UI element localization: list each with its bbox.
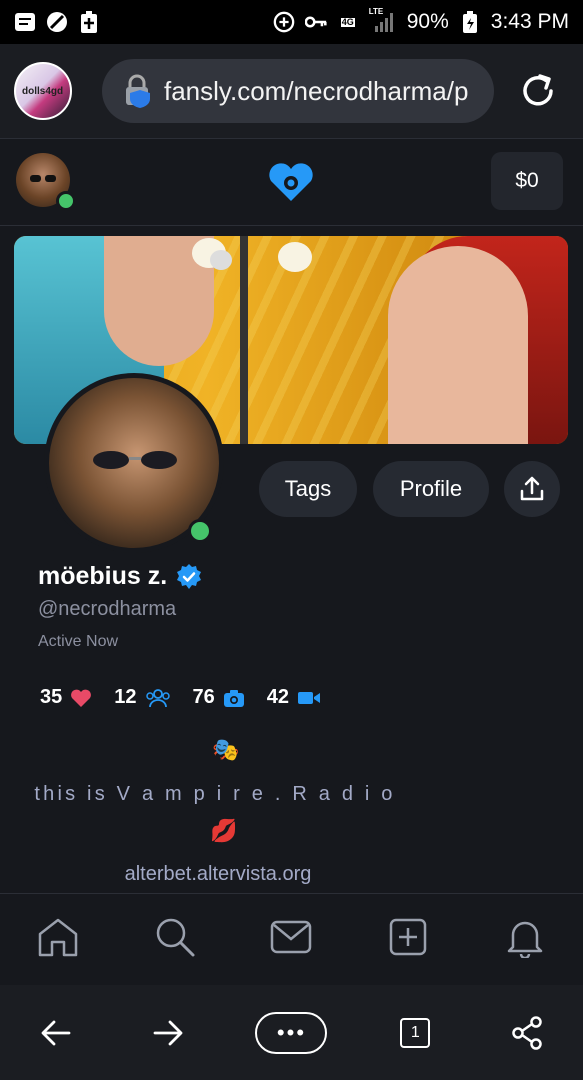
share-nodes-icon[interactable] [503,1009,551,1057]
activity-status: Active Now [38,633,119,650]
forward-arrow-icon[interactable] [144,1009,192,1057]
followers-count: 12 [114,686,137,708]
bio-link[interactable]: alterbet.altervista.org [0,863,436,886]
message-icon [14,11,36,33]
more-menu-button[interactable]: ••• [255,1011,328,1054]
battery-plus-icon [78,11,100,33]
photos-count: 76 [192,686,215,708]
no-entry-icon [46,11,68,33]
tab-thumb-label: dolls4gd [22,86,64,97]
share-icon [520,476,544,501]
heart-icon [71,689,92,707]
likes-count: 35 [40,686,63,708]
app-header: $0 [0,139,583,226]
notifications-icon[interactable] [503,915,547,959]
profile-button[interactable]: Profile [373,461,489,517]
home-icon[interactable] [36,915,80,959]
data-saver-icon [273,11,295,33]
tab-switcher-thumbnail[interactable]: dolls4gd [14,62,72,120]
tab-count: 1 [400,1017,431,1048]
theater-masks-emoji: 🎭 [212,737,240,762]
photos-stat[interactable]: 76 [193,686,245,709]
reload-icon[interactable] [518,71,558,111]
videos-count: 42 [266,686,289,708]
verified-badge-icon [177,563,202,589]
fansly-heart-logo-icon[interactable] [266,161,316,203]
lock-shield-icon [126,74,150,108]
address-bar[interactable]: fansly.com/necrodharma/p [102,59,494,123]
browser-toolbar: dolls4gd fansly.com/necrodharma/p [0,44,583,139]
share-button[interactable] [504,461,560,517]
app-bottom-nav [0,893,583,980]
kiss-lips-emoji: 💋 [210,818,238,843]
signal-icon: LTE [369,7,397,33]
browser-bottom-nav: ••• 1 [0,985,583,1080]
video-icon [298,691,320,704]
url-text: fansly.com/necrodharma/p [164,75,469,106]
search-icon[interactable] [153,915,197,959]
profile-handle: @necrodharma [38,598,177,620]
create-post-icon[interactable] [386,915,430,959]
camera-icon [223,689,244,707]
back-arrow-icon[interactable] [32,1009,80,1057]
header-online-indicator [56,191,76,211]
network-4g-icon: 4G [340,16,355,27]
tags-button[interactable]: Tags [259,461,357,517]
avatar-sunglasses-icon [93,451,177,469]
messages-icon[interactable] [269,915,313,959]
tabs-button[interactable]: 1 [391,1009,439,1057]
profile-name: möebius z. [38,562,168,590]
bio-text: this is V a m p i r e . R a d i o [34,783,396,805]
clock: 3:43 PM [490,10,569,33]
status-bar: 4G LTE 90% 3:43 PM [0,0,583,44]
profile-stats: 35 12 76 42 [40,686,321,709]
battery-percent: 90% [406,10,449,33]
profile-online-indicator [188,519,212,543]
likes-stat[interactable]: 35 [40,686,92,709]
battery-icon [459,11,481,33]
videos-stat[interactable]: 42 [267,686,321,709]
profile-name-row: möebius z. [38,562,203,591]
followers-icon [145,688,170,707]
wallet-balance-button[interactable]: $0 [491,152,563,210]
vpn-key-icon [304,11,327,33]
followers-stat[interactable]: 12 [114,686,170,709]
